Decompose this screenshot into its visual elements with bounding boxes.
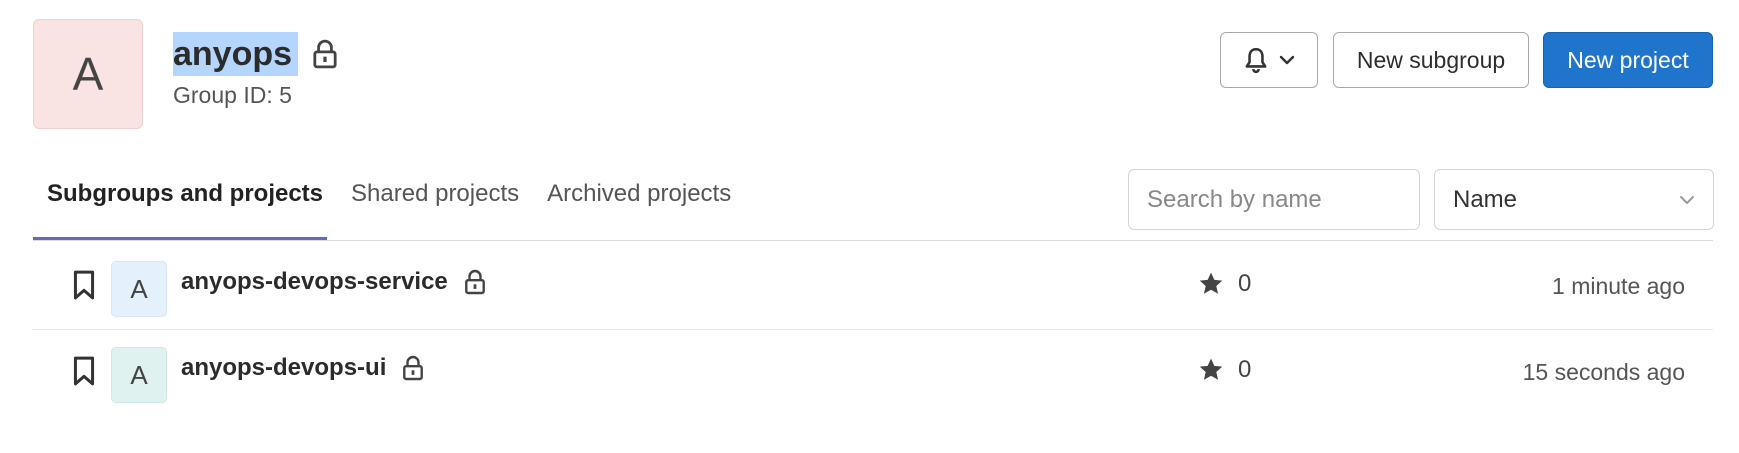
chevron-down-icon: [1680, 195, 1694, 204]
project-title: anyops-devops-ui: [181, 354, 424, 382]
star-count: 0: [1198, 270, 1251, 298]
list-item: A anyops-devops-ui 0 15 seconds ago: [33, 328, 1713, 414]
group-avatar-letter: A: [72, 48, 104, 100]
project-avatar-letter: A: [130, 359, 148, 390]
lock-icon: [403, 355, 424, 381]
updated-time: 1 minute ago: [1552, 273, 1685, 299]
project-avatar[interactable]: A: [111, 261, 167, 317]
bookmark-icon[interactable]: [71, 356, 97, 386]
bell-icon: [1245, 47, 1267, 74]
tab-subgroups-and-projects[interactable]: Subgroups and projects: [33, 168, 337, 236]
new-project-button[interactable]: New project: [1543, 32, 1713, 88]
group-avatar: A: [33, 19, 143, 129]
sort-selected: Name: [1453, 185, 1518, 213]
sort-dropdown[interactable]: Name: [1434, 169, 1714, 230]
star-count: 0: [1198, 356, 1251, 384]
project-name-link[interactable]: anyops-devops-service: [181, 268, 448, 296]
star-count-value: 0: [1238, 356, 1252, 383]
group-id: Group ID: 5: [173, 82, 292, 108]
group-title-row: anyops: [173, 32, 338, 76]
new-subgroup-button[interactable]: New subgroup: [1333, 32, 1529, 88]
search-input[interactable]: [1128, 169, 1420, 230]
project-avatar-letter: A: [130, 273, 148, 304]
star-count-value: 0: [1238, 270, 1252, 297]
tab-archived-projects[interactable]: Archived projects: [533, 168, 745, 236]
tabs: Subgroups and projects Shared projects A…: [33, 168, 745, 236]
tabs-divider: [33, 240, 1713, 241]
chevron-down-icon: [1279, 55, 1295, 65]
lock-icon: [464, 269, 485, 295]
project-title: anyops-devops-service: [181, 268, 486, 296]
tab-shared-projects[interactable]: Shared projects: [337, 168, 533, 236]
list-item: A anyops-devops-service 0 1 minute ago: [33, 242, 1713, 328]
notification-settings-button[interactable]: [1220, 32, 1318, 88]
bookmark-icon[interactable]: [71, 270, 97, 300]
star-icon: [1199, 358, 1223, 380]
updated-time: 15 seconds ago: [1522, 359, 1685, 385]
group-title: anyops: [173, 32, 299, 76]
project-name-link[interactable]: anyops-devops-ui: [181, 354, 386, 382]
star-icon: [1199, 272, 1223, 294]
lock-icon: [313, 39, 337, 69]
project-avatar[interactable]: A: [111, 347, 167, 403]
